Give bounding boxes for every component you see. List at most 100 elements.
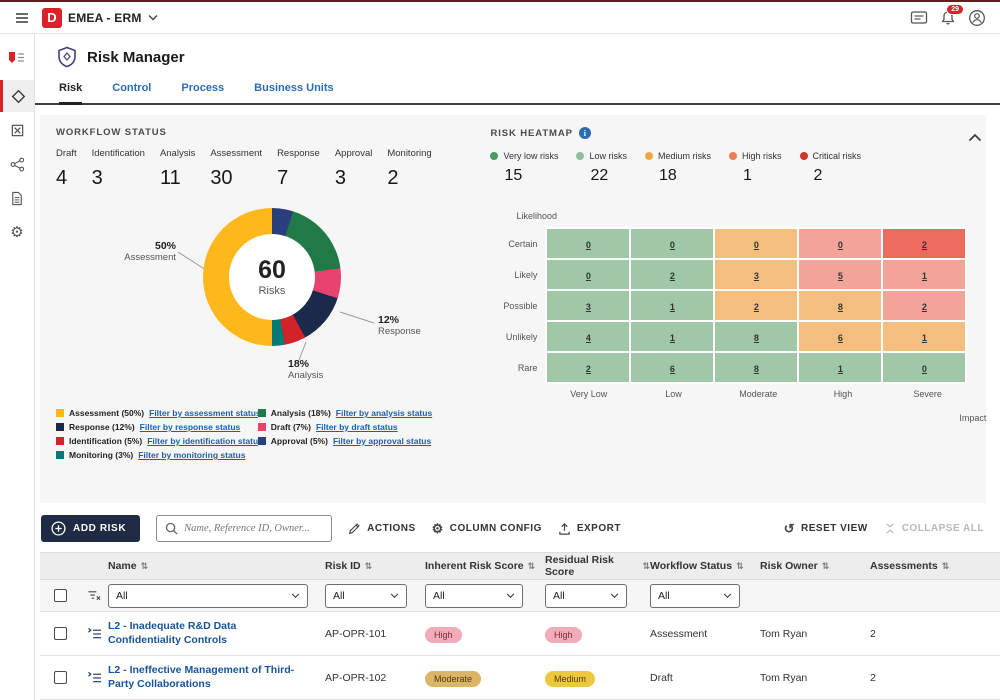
column-header-assessments[interactable]: Assessments ⇅: [870, 560, 1000, 572]
add-risk-button[interactable]: ADD RISK: [41, 515, 141, 542]
module-tabs: Risk Control Process Business Units: [35, 68, 1000, 105]
column-header-risk-owner[interactable]: Risk Owner ⇅: [760, 560, 870, 572]
export-button[interactable]: EXPORT: [558, 522, 621, 536]
row-checkbox[interactable]: [53, 627, 67, 640]
messages-icon[interactable]: [910, 10, 928, 25]
collapse-all-button[interactable]: COLLAPSE ALL: [884, 522, 984, 535]
heatmap-cell[interactable]: 0: [629, 227, 716, 260]
notifications-bell-icon[interactable]: 29: [940, 3, 964, 26]
reset-view-button[interactable]: ↺ RESET VIEW: [784, 522, 868, 535]
grid-toolbar: ADD RISK ACTIONS ⚙ COLUMN CONFIG: [35, 503, 1000, 552]
heatmap-cell[interactable]: 1: [629, 289, 716, 322]
sort-icon[interactable]: ⇅: [736, 561, 744, 572]
sort-icon[interactable]: ⇅: [942, 561, 950, 572]
risk-id-filter-select[interactable]: All: [325, 583, 407, 608]
column-config-button[interactable]: ⚙ COLUMN CONFIG: [432, 522, 542, 535]
column-header-residual-risk-score[interactable]: Residual Risk Score ⇅: [545, 554, 650, 578]
legend-dot: [490, 152, 499, 160]
heatmap-cell[interactable]: 0: [545, 227, 632, 260]
heatmap-cell[interactable]: 8: [713, 320, 800, 353]
callout-assessment: 50% Assessment: [124, 240, 176, 263]
tab-control[interactable]: Control: [112, 82, 151, 103]
sort-icon[interactable]: ⇅: [528, 561, 536, 572]
heatmap-cell[interactable]: 1: [797, 351, 884, 384]
filter-link[interactable]: Filter by monitoring status: [138, 450, 245, 460]
legend-high-risks: High risks 1: [728, 151, 782, 185]
sidebar-item-process-icon[interactable]: [0, 148, 34, 180]
heatmap-cell[interactable]: 2: [545, 351, 632, 384]
tab-business-units[interactable]: Business Units: [254, 82, 333, 103]
inherent-risk-score-filter-select[interactable]: All: [425, 583, 523, 608]
column-header-inherent-risk-score[interactable]: Inherent Risk Score ⇅: [425, 560, 545, 572]
inherent-risk-badge: High: [425, 626, 462, 643]
stat-assessment: Assessment 30: [210, 148, 263, 189]
workflow-status-filter-select[interactable]: All: [650, 583, 740, 608]
actions-button[interactable]: ACTIONS: [348, 522, 416, 535]
name-filter-select[interactable]: All: [108, 583, 308, 608]
filter-link[interactable]: Filter by identification status: [147, 436, 258, 446]
heatmap-cell[interactable]: 6: [797, 320, 884, 353]
heatmap-cell[interactable]: 0: [713, 227, 800, 260]
sidebar-item-settings-gear-icon[interactable]: ⚙: [0, 216, 34, 248]
sort-icon[interactable]: ⇅: [141, 561, 149, 572]
heatmap-cell[interactable]: 1: [629, 320, 716, 353]
heatmap-cell[interactable]: 2: [629, 258, 716, 291]
sort-icon[interactable]: ⇅: [642, 561, 650, 572]
heatmap-cell[interactable]: 2: [713, 289, 800, 322]
filter-link[interactable]: Filter by analysis status: [336, 408, 432, 418]
sidebar-item-risk-manager[interactable]: [0, 80, 34, 112]
collapse-panel-chevron-icon[interactable]: [968, 133, 982, 142]
hamburger-menu-icon[interactable]: [14, 10, 30, 26]
column-header-risk-id[interactable]: Risk ID ⇅: [325, 560, 425, 572]
heatmap-cell[interactable]: 8: [797, 289, 884, 322]
filter-link[interactable]: Filter by assessment status: [149, 408, 258, 418]
filter-link[interactable]: Filter by response status: [140, 422, 241, 432]
sort-icon[interactable]: ⇅: [365, 561, 373, 572]
heatmap-cell[interactable]: 3: [545, 289, 632, 322]
residual-risk-score-filter-select[interactable]: All: [545, 583, 627, 608]
heatmap-info-icon[interactable]: i: [578, 127, 591, 139]
risk-name-link[interactable]: L2 - Inadequate R&D Data Confidentiality…: [108, 620, 325, 647]
clear-filters-icon[interactable]: [80, 589, 108, 602]
heatmap-cell[interactable]: 8: [713, 351, 800, 384]
legend-analysis: Analysis (18%) Filter by analysis status: [257, 408, 477, 418]
heatmap-cell[interactable]: 2: [881, 227, 968, 260]
filter-link[interactable]: Filter by approval status: [333, 436, 431, 446]
heatmap-cell[interactable]: 6: [629, 351, 716, 384]
risk-name-link[interactable]: L2 - Ineffective Management of Third-Par…: [108, 664, 325, 691]
heatmap-cell[interactable]: 1: [881, 320, 968, 353]
legend-assessment: Assessment (50%) Filter by assessment sta…: [56, 408, 258, 418]
workspace-switcher[interactable]: D EMEA - ERM: [42, 7, 158, 28]
table-row[interactable]: L2 - Ineffective Management of Third-Par…: [40, 656, 1000, 700]
heatmap-cell[interactable]: 0: [545, 258, 632, 291]
heatmap-cell[interactable]: 0: [881, 351, 968, 384]
row-checkbox[interactable]: [53, 671, 67, 684]
heatmap-cell[interactable]: 3: [713, 258, 800, 291]
select-all-checkbox[interactable]: [53, 589, 67, 602]
risk-search-input[interactable]: [184, 523, 324, 534]
gear-icon: ⚙: [431, 521, 444, 536]
account-avatar-icon[interactable]: [968, 9, 986, 27]
donut-chart[interactable]: 60 Risks: [203, 208, 341, 346]
heatmap-cell[interactable]: 1: [881, 258, 968, 291]
topbar: D EMEA - ERM 29: [0, 2, 1000, 34]
tab-risk[interactable]: Risk: [59, 82, 83, 105]
heatmap-cell[interactable]: 4: [545, 320, 632, 353]
sidebar-item-controls[interactable]: [0, 114, 34, 146]
table-row[interactable]: L2 - Inadequate R&D Data Confidentiality…: [40, 612, 1000, 656]
risk-tree-icon[interactable]: [80, 627, 108, 640]
sort-icon[interactable]: ⇅: [822, 561, 830, 572]
risk-tree-icon[interactable]: [80, 671, 108, 684]
filter-link[interactable]: Filter by draft status: [316, 422, 398, 432]
heatmap-cell[interactable]: 0: [797, 227, 884, 260]
donut-legend: Assessment (50%) Filter by assessment sta…: [56, 408, 476, 460]
heatmap-cell[interactable]: 5: [797, 258, 884, 291]
column-header-name[interactable]: Name ⇅: [108, 560, 325, 572]
sidebar-app-logo-icon[interactable]: [0, 42, 34, 74]
tab-process[interactable]: Process: [181, 82, 224, 103]
column-header-workflow-status[interactable]: Workflow Status ⇅: [650, 560, 760, 572]
inherent-risk-badge: Moderate: [425, 670, 482, 687]
heatmap-cell[interactable]: 2: [881, 289, 968, 322]
sidebar-item-documents-icon[interactable]: [0, 182, 34, 214]
stat-response: Response 7: [277, 148, 320, 189]
